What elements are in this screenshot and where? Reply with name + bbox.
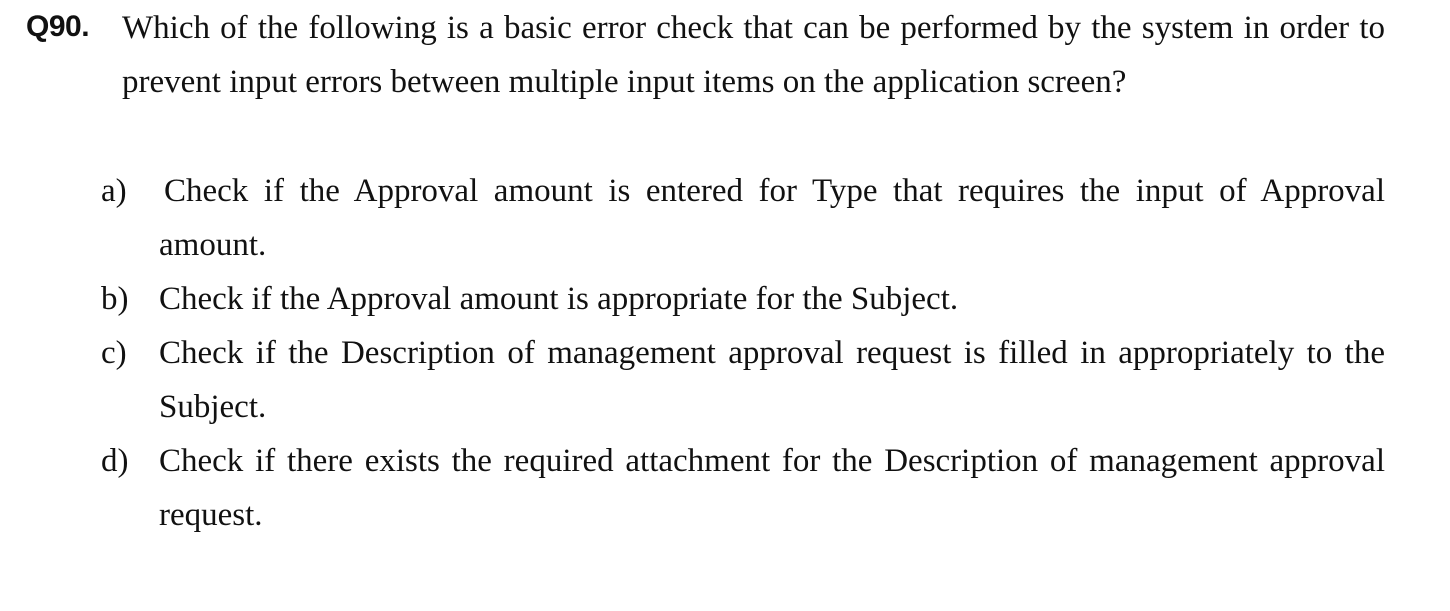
question-number: Q90. — [26, 10, 90, 43]
option-c-text: Check if the Description of management a… — [159, 335, 1385, 425]
option-c-letter: c) — [101, 335, 127, 371]
question-text: Which of the following is a basic error … — [122, 10, 1385, 100]
option-a-text: Check if the Approval amount is entered … — [159, 173, 1385, 263]
option-d-letter: d) — [101, 443, 129, 479]
option-a-letter: a) — [101, 173, 127, 209]
option-b-text: Check if the Approval amount is appropri… — [159, 281, 959, 317]
option-b-letter: b) — [101, 281, 129, 317]
option-d-text: Check if there exists the required attac… — [159, 443, 1385, 533]
